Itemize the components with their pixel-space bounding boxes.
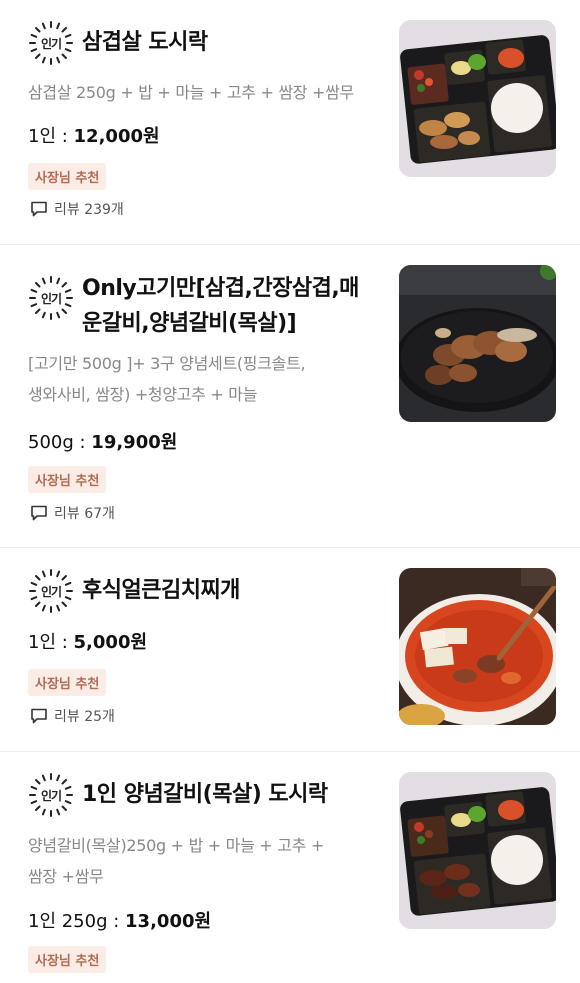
menu-item[interactable]: 인기 삼겹살 도시락 삼겹살 250g + 밥 + 마늘 + 고추 + 쌈장 +… <box>0 0 580 245</box>
menu-item-price: 1인 : 12,000원 <box>28 122 160 148</box>
menu-list: 인기 삼겹살 도시락 삼겹살 250g + 밥 + 마늘 + 고추 + 쌈장 +… <box>0 0 580 983</box>
speech-bubble-icon <box>31 505 47 521</box>
price-amount: 19,900원 <box>91 432 178 453</box>
menu-item-title: 삼겹살 도시락 <box>82 26 208 59</box>
title-line: 삼겹살 도시락 <box>82 30 208 55</box>
price-unit: 1인 : <box>28 632 74 653</box>
review-count[interactable]: 리뷰 67개 <box>30 503 115 523</box>
badge-label: 인기 <box>40 788 62 803</box>
title-line: Only고기만[삼겹,간장삼겹,매 <box>82 276 359 301</box>
menu-item-title-row: 인기 Only고기만[삼겹,간장삼겹,매 운갈비,양념갈비(목살)] <box>28 271 382 341</box>
price-unit: 1인 250g : <box>28 911 126 932</box>
owner-recommend-tag: 사장님 추천 <box>28 163 107 190</box>
popular-badge: 인기 <box>28 772 74 818</box>
marinated-rib-lunchbox-photo <box>399 772 556 929</box>
title-line: 운갈비,양념갈비(목살)] <box>82 311 297 336</box>
menu-item-title-row: 인기 삼겹살 도시락 <box>28 20 208 66</box>
price-unit: 500g : <box>28 432 92 453</box>
desc-line: 쌈장 +쌈무 <box>28 867 104 886</box>
menu-item-description: 삼겹살 250g + 밥 + 마늘 + 고추 + 쌈장 +쌈무 <box>28 77 354 108</box>
menu-item[interactable]: 인기 후식얼큰김치찌개 1인 : 5,000원 사장님 추천 리뷰 25개 <box>0 548 580 752</box>
menu-item-title-row: 인기 후식얼큰김치찌개 <box>28 568 240 614</box>
kimchi-stew-photo <box>399 568 556 725</box>
title-line: 1인 양념갈비(목살) 도시락 <box>82 782 328 807</box>
popular-badge: 인기 <box>28 275 74 321</box>
pork-belly-lunchbox-photo <box>399 20 556 177</box>
menu-item-title: 1인 양념갈비(목살) 도시락 <box>82 778 328 811</box>
menu-item[interactable]: 인기 Only고기만[삼겹,간장삼겹,매 운갈비,양념갈비(목살)] [고기만 … <box>0 245 580 548</box>
review-count[interactable]: 리뷰 25개 <box>30 706 115 726</box>
badge-label: 인기 <box>40 291 62 306</box>
menu-item-title-row: 인기 1인 양념갈비(목살) 도시락 <box>28 772 328 818</box>
menu-item-title: 후식얼큰김치찌개 <box>82 574 240 607</box>
desc-line: [고기만 500g ]+ 3구 양념세트(핑크솔트, <box>28 354 306 373</box>
menu-item-photo[interactable] <box>399 772 556 929</box>
menu-item-price: 500g : 19,900원 <box>28 428 177 454</box>
desc-line: 삼겹살 250g + 밥 + 마늘 + 고추 + 쌈장 +쌈무 <box>28 83 354 102</box>
menu-item-title: Only고기만[삼겹,간장삼겹,매 운갈비,양념갈비(목살)] <box>82 271 382 341</box>
badge-label: 인기 <box>40 36 62 51</box>
owner-recommend-tag: 사장님 추천 <box>28 669 107 696</box>
review-count[interactable]: 리뷰 239개 <box>30 199 124 219</box>
review-label: 리뷰 67개 <box>54 506 115 522</box>
menu-item-price: 1인 250g : 13,000원 <box>28 907 211 933</box>
title-line: 후식얼큰김치찌개 <box>82 578 240 603</box>
menu-item-photo[interactable] <box>399 265 556 422</box>
speech-bubble-icon <box>31 201 47 217</box>
review-label: 리뷰 239개 <box>54 202 124 218</box>
menu-item-photo[interactable] <box>399 20 556 177</box>
speech-bubble-icon <box>31 708 47 724</box>
price-unit: 1인 : <box>28 126 74 147</box>
menu-item-photo[interactable] <box>399 568 556 725</box>
menu-item-description: 양념갈비(목살)250g + 밥 + 마늘 + 고추 + 쌈장 +쌈무 <box>28 830 324 892</box>
menu-item[interactable]: 인기 1인 양념갈비(목살) 도시락 양념갈비(목살)250g + 밥 + 마늘… <box>0 752 580 983</box>
grilled-meat-plate-photo <box>399 265 556 422</box>
review-label: 리뷰 25개 <box>54 709 115 725</box>
badge-label: 인기 <box>40 584 62 599</box>
popular-badge: 인기 <box>28 20 74 66</box>
popular-badge: 인기 <box>28 568 74 614</box>
menu-item-price: 1인 : 5,000원 <box>28 628 147 654</box>
menu-item-description: [고기만 500g ]+ 3구 양념세트(핑크솔트, 생와사비, 쌈장) +청양… <box>28 348 306 410</box>
owner-recommend-tag: 사장님 추천 <box>28 466 107 493</box>
price-amount: 12,000원 <box>73 126 160 147</box>
price-amount: 13,000원 <box>125 911 212 932</box>
price-amount: 5,000원 <box>73 632 148 653</box>
owner-recommend-tag: 사장님 추천 <box>28 946 107 973</box>
desc-line: 양념갈비(목살)250g + 밥 + 마늘 + 고추 + <box>28 836 324 855</box>
desc-line: 생와사비, 쌈장) +청양고추 + 마늘 <box>28 385 258 404</box>
